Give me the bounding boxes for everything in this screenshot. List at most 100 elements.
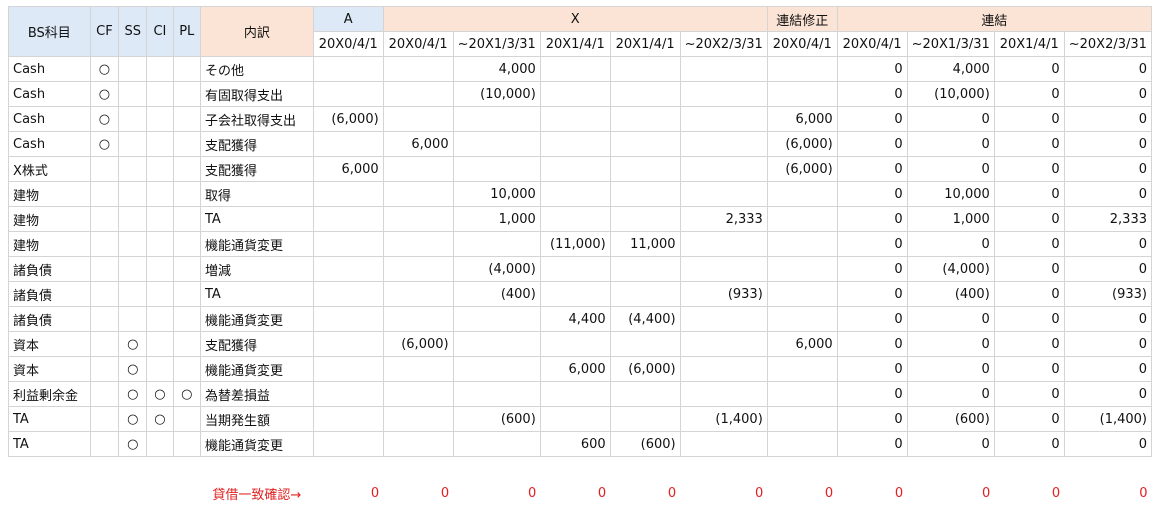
value-cell[interactable]: 0 <box>993 106 1065 132</box>
value-cell[interactable] <box>679 81 768 107</box>
cf-flag-cell[interactable] <box>89 256 120 282</box>
pl-flag-cell[interactable] <box>172 231 201 257</box>
value-cell[interactable] <box>766 431 838 457</box>
value-cell[interactable]: (600) <box>609 431 681 457</box>
value-cell[interactable]: 0 <box>906 356 995 382</box>
ss-flag-cell[interactable]: ○ <box>118 406 148 432</box>
header-ci[interactable]: CI <box>146 6 174 57</box>
ss-flag-cell[interactable] <box>118 256 148 282</box>
pl-flag-cell[interactable] <box>172 206 201 232</box>
value-cell[interactable]: 0 <box>1063 256 1152 282</box>
value-cell[interactable]: 0 <box>993 256 1065 282</box>
value-cell[interactable]: (400) <box>906 281 995 307</box>
value-cell[interactable] <box>679 231 768 257</box>
value-cell[interactable] <box>382 106 454 132</box>
value-cell[interactable]: 0 <box>836 181 908 207</box>
value-cell[interactable]: 1,000 <box>906 206 995 232</box>
value-cell[interactable]: 0 <box>906 131 995 157</box>
value-cell[interactable] <box>609 331 681 357</box>
value-cell[interactable] <box>382 406 454 432</box>
ss-flag-cell[interactable] <box>118 156 148 182</box>
value-cell[interactable] <box>679 431 768 457</box>
cf-flag-cell[interactable] <box>89 281 120 307</box>
value-cell[interactable]: 0 <box>836 131 908 157</box>
value-cell[interactable] <box>452 306 541 332</box>
value-cell[interactable]: 0 <box>1063 181 1152 207</box>
cf-flag-cell[interactable] <box>89 406 120 432</box>
value-cell[interactable] <box>679 181 768 207</box>
value-cell[interactable] <box>382 381 454 407</box>
value-cell[interactable]: 0 <box>836 106 908 132</box>
value-cell[interactable]: 0 <box>836 231 908 257</box>
value-cell[interactable] <box>382 56 454 82</box>
value-cell[interactable]: 0 <box>906 331 995 357</box>
ci-flag-cell[interactable]: ○ <box>146 406 174 432</box>
cf-flag-cell[interactable] <box>89 431 120 457</box>
value-cell[interactable]: 0 <box>993 281 1065 307</box>
value-cell[interactable]: 0 <box>993 156 1065 182</box>
value-cell[interactable] <box>382 431 454 457</box>
value-cell[interactable]: 0 <box>993 306 1065 332</box>
header-date-cell[interactable]: 20X0/4/1 <box>766 31 838 57</box>
header-naiyaku[interactable]: 内訳 <box>199 6 314 57</box>
value-cell[interactable]: (6,000) <box>609 356 681 382</box>
value-cell[interactable]: 6,000 <box>382 131 454 157</box>
ss-flag-cell[interactable] <box>118 106 148 132</box>
value-cell[interactable] <box>382 306 454 332</box>
value-cell[interactable]: 0 <box>836 306 908 332</box>
value-cell[interactable]: 0 <box>836 381 908 407</box>
value-cell[interactable]: 0 <box>906 306 995 332</box>
value-cell[interactable] <box>679 106 768 132</box>
breakdown-cell[interactable]: 支配獲得 <box>199 131 314 157</box>
value-cell[interactable] <box>539 156 611 182</box>
value-cell[interactable] <box>766 256 838 282</box>
value-cell[interactable] <box>452 106 541 132</box>
ci-flag-cell[interactable] <box>146 131 174 157</box>
pl-flag-cell[interactable] <box>172 431 201 457</box>
value-cell[interactable]: 0 <box>836 281 908 307</box>
value-cell[interactable]: 2,333 <box>679 206 768 232</box>
bs-account-cell[interactable]: 建物 <box>8 231 91 257</box>
value-cell[interactable]: (4,000) <box>452 256 541 282</box>
value-cell[interactable] <box>679 381 768 407</box>
value-cell[interactable]: 0 <box>836 331 908 357</box>
value-cell[interactable] <box>766 81 838 107</box>
pl-flag-cell[interactable] <box>172 106 201 132</box>
value-cell[interactable] <box>609 256 681 282</box>
ci-flag-cell[interactable] <box>146 331 174 357</box>
ss-flag-cell[interactable]: ○ <box>118 356 148 382</box>
header-group-cons[interactable]: 連結 <box>836 6 1152 32</box>
header-group-adj[interactable]: 連結修正 <box>766 6 838 32</box>
bs-account-cell[interactable]: Cash <box>8 56 91 82</box>
value-cell[interactable] <box>452 381 541 407</box>
value-cell[interactable] <box>609 56 681 82</box>
value-cell[interactable]: (6,000) <box>382 331 454 357</box>
ci-flag-cell[interactable] <box>146 281 174 307</box>
cf-flag-cell[interactable] <box>89 156 120 182</box>
ss-flag-cell[interactable] <box>118 181 148 207</box>
value-cell[interactable] <box>382 256 454 282</box>
ss-flag-cell[interactable] <box>118 306 148 332</box>
bs-account-cell[interactable]: 諸負債 <box>8 281 91 307</box>
value-cell[interactable]: 0 <box>906 156 995 182</box>
value-cell[interactable]: 10,000 <box>452 181 541 207</box>
value-cell[interactable] <box>539 81 611 107</box>
header-bs[interactable]: BS科目 <box>8 6 91 57</box>
value-cell[interactable] <box>382 81 454 107</box>
bs-account-cell[interactable]: 資本 <box>8 356 91 382</box>
value-cell[interactable]: 0 <box>906 106 995 132</box>
ci-flag-cell[interactable] <box>146 431 174 457</box>
bs-account-cell[interactable]: 諸負債 <box>8 306 91 332</box>
pl-flag-cell[interactable] <box>172 331 201 357</box>
value-cell[interactable]: (6,000) <box>312 106 384 132</box>
bs-account-cell[interactable]: TA <box>8 431 91 457</box>
value-cell[interactable] <box>679 256 768 282</box>
value-cell[interactable]: 6,000 <box>539 356 611 382</box>
value-cell[interactable]: 0 <box>906 381 995 407</box>
value-cell[interactable]: 0 <box>993 406 1065 432</box>
value-cell[interactable] <box>679 131 768 157</box>
ss-flag-cell[interactable]: ○ <box>118 431 148 457</box>
value-cell[interactable]: (933) <box>1063 281 1152 307</box>
value-cell[interactable]: 0 <box>993 231 1065 257</box>
header-date-cell[interactable]: ~20X2/3/31 <box>1063 31 1152 57</box>
